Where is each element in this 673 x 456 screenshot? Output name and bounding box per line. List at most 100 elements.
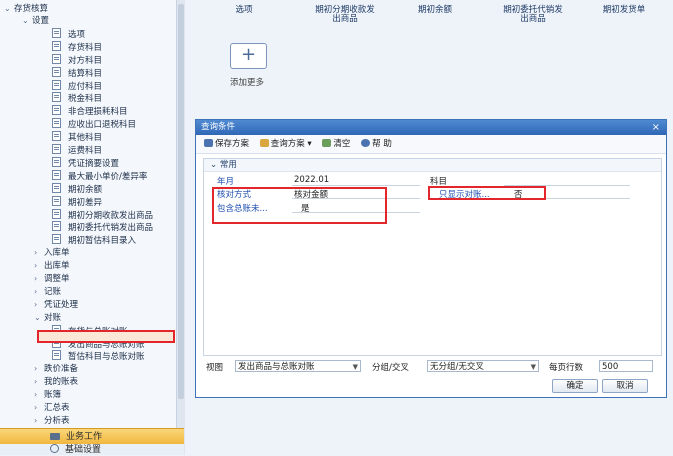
tile-initial-balance[interactable]: 期初余额 [410, 6, 460, 15]
year-month-field[interactable]: 2022.01 [294, 175, 329, 185]
tree-item[interactable]: 结算科目 [52, 66, 102, 79]
help-button[interactable]: 帮 助 [361, 135, 392, 153]
tile-options[interactable]: 选项 [226, 6, 262, 15]
plus-icon: + [240, 44, 257, 65]
annotation-box-left [212, 187, 387, 224]
document-icon [52, 131, 61, 142]
tree-item[interactable]: 应付科目 [52, 79, 102, 92]
tree-group[interactable]: › 凭证处理 [34, 299, 78, 311]
common-conditions-panel: ⌄ 常用 年月 2022.01 科目 核对方式 核对金额 只显示对账... 否 … [203, 158, 662, 356]
year-month-underline [292, 185, 420, 186]
tree-item[interactable]: 存货科目 [52, 40, 102, 53]
cancel-button[interactable]: 取消 [602, 379, 648, 393]
tree-item[interactable]: 选项 [52, 27, 85, 40]
dialog-toolbar: 保存方案 查询方案 ▾ 清空 帮 助 [196, 135, 666, 154]
tree-item[interactable]: 期初分期收款发出商品 [52, 208, 153, 221]
chevron-right-icon: › [34, 415, 38, 425]
save-icon [204, 139, 213, 147]
view-bar: 视图 发出商品与总账对账 ▼ 分组/交叉 无分组/无交叉 ▼ 每页行数 500 [203, 360, 662, 374]
document-icon [52, 27, 61, 38]
tree-item[interactable]: 最大最小单价/差异率 [52, 169, 147, 182]
tile-initial-installment-goods[interactable]: 期初分期收款发 出商品 [300, 6, 390, 24]
group-cross-label: 分组/交叉 [372, 363, 409, 373]
navigation-tree: ⌄ 存货核算 ⌄ 设置 选项 存货科目 对方科目 结算科目 应付科目 税金科目 非合理损耗科目 应收… [0, 0, 177, 455]
query-conditions-dialog: 查询条件 × 保存方案 查询方案 ▾ 清空 帮 助 ⌄ 常用 年月 2022.0… [195, 119, 667, 398]
basic-settings-tab[interactable]: 基础设置 [0, 444, 184, 455]
folder-icon [259, 139, 269, 147]
tree-item[interactable]: 暂估科目与总账对账 [52, 350, 145, 362]
chevron-down-icon: ⌄ [210, 160, 220, 170]
add-more-button[interactable]: + [230, 43, 267, 69]
tree-group[interactable]: › 入库单 [34, 247, 70, 259]
clear-button[interactable]: 清空 [322, 135, 350, 153]
document-icon [52, 182, 61, 193]
tree-item[interactable]: 其他科目 [52, 131, 102, 143]
tree-item[interactable]: 运费科目 [52, 144, 102, 156]
selected-item-highlight [37, 330, 175, 343]
tree-root-inventory-accounting[interactable]: ⌄ 存货核算 [4, 3, 48, 15]
document-icon [52, 79, 61, 90]
business-work-tab[interactable]: 业务工作 [0, 428, 184, 445]
tree-group[interactable]: › 调整单 [34, 273, 70, 285]
tree-item[interactable]: 对方科目 [52, 53, 102, 66]
document-icon [52, 221, 61, 232]
chevron-right-icon: › [34, 286, 38, 296]
view-select[interactable]: 发出商品与总账对账 ▼ [235, 360, 361, 372]
tree-item[interactable]: 期初委托代销发出商品 [52, 221, 153, 233]
chevron-down-icon: ▼ [530, 363, 536, 371]
document-icon [52, 169, 61, 180]
document-icon [52, 234, 61, 245]
chevron-down-icon: ⌄ [22, 16, 29, 25]
briefcase-icon [50, 433, 60, 440]
chevron-down-icon: ⌄ [4, 4, 11, 13]
tree-item[interactable]: 期初余额 [52, 182, 102, 195]
tree-item[interactable]: 应收出口退税科目 [52, 118, 136, 130]
dialog-title: 查询条件 [201, 122, 236, 132]
sidebar-scrollbar[interactable] [176, 0, 185, 455]
tree-item[interactable]: 凭证摘要设置 [52, 156, 119, 169]
common-section-header[interactable]: ⌄ 常用 [204, 159, 661, 172]
group-cross-select[interactable]: 无分组/无交叉 ▼ [427, 360, 539, 372]
eraser-icon [322, 139, 332, 147]
close-icon[interactable]: × [652, 120, 660, 135]
tree-group[interactable]: › 我的账表 [34, 376, 78, 388]
chevron-down-icon: ▼ [352, 363, 358, 371]
tree-item[interactable]: 期初暂估科目录入 [52, 234, 136, 246]
document-icon [52, 144, 61, 154]
tree-group[interactable]: ⌄ 设置 [22, 15, 49, 27]
tree-group[interactable]: › 账簿 [34, 389, 61, 401]
tree-item[interactable]: 期初差异 [52, 195, 102, 208]
tree-group[interactable]: › 记账 [34, 286, 61, 298]
tile-initial-consignment-goods[interactable]: 期初委托代销发 出商品 [488, 6, 578, 24]
document-icon [52, 350, 61, 361]
rows-per-page-label: 每页行数 [549, 363, 584, 373]
scrollbar-thumb[interactable] [178, 4, 184, 399]
tree-group[interactable]: › 跌价准备 [34, 363, 78, 375]
chevron-right-icon: › [34, 248, 38, 258]
chevron-right-icon: › [34, 299, 38, 309]
chevron-right-icon: › [34, 261, 38, 271]
tile-initial-delivery-note[interactable]: 期初发货单 [596, 6, 652, 15]
tree-group[interactable]: › 出库单 [34, 260, 70, 272]
save-scheme-button[interactable]: 保存方案 [204, 135, 249, 153]
view-label: 视图 [206, 363, 224, 373]
chevron-right-icon: › [34, 390, 38, 400]
document-icon [52, 105, 61, 116]
annotation-box-right [428, 186, 546, 200]
tree-group[interactable]: ⌄ 对账 [34, 312, 61, 324]
chevron-right-icon: › [34, 364, 38, 374]
chevron-down-icon: ⌄ [34, 312, 41, 322]
query-scheme-button[interactable]: 查询方案 ▾ [259, 135, 312, 153]
tree-item[interactable]: 税金科目 [52, 92, 102, 104]
tree-item[interactable]: 非合理损耗科目 [52, 105, 128, 117]
document-icon [52, 66, 61, 77]
tree-group[interactable]: › 分析表 [34, 415, 70, 427]
rows-per-page-input[interactable]: 500 [599, 360, 653, 372]
tree-group[interactable]: › 汇总表 [34, 402, 70, 414]
ok-button[interactable]: 确定 [552, 379, 598, 393]
help-icon [361, 139, 371, 147]
document-icon [52, 208, 61, 219]
add-more-label: 添加更多 [230, 78, 265, 88]
dialog-title-bar[interactable]: 查询条件 × [196, 120, 666, 135]
document-icon [52, 40, 61, 51]
